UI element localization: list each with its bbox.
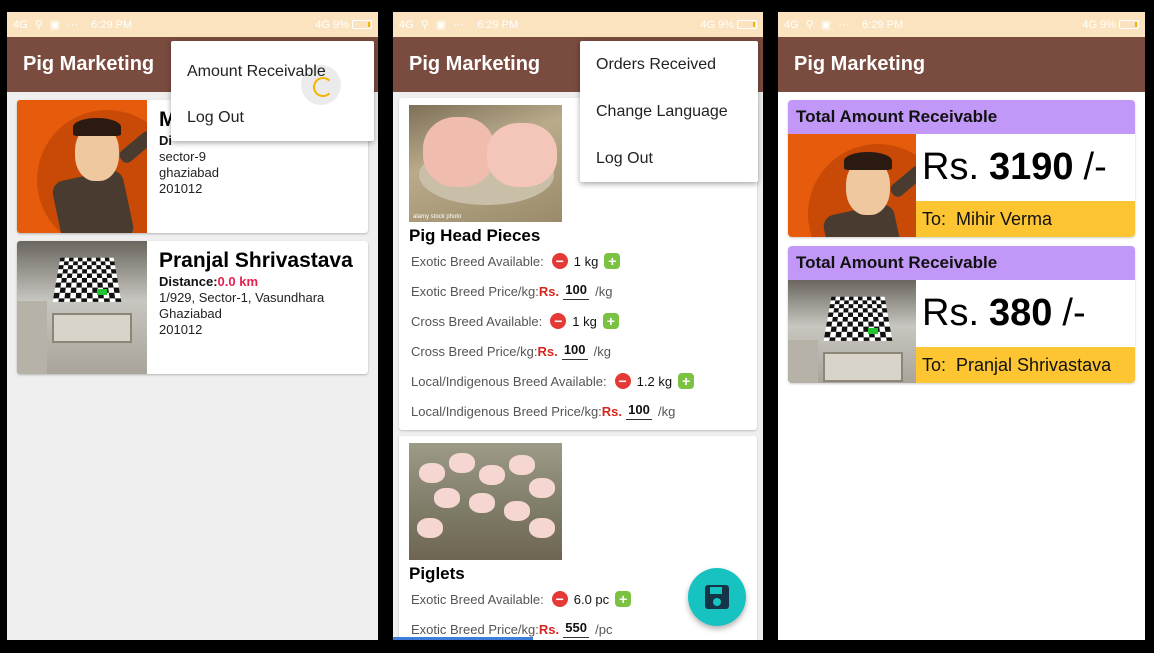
overflow-menu: Orders Received Change Language Log Out <box>580 41 758 182</box>
status-bar: 4G ⚲ ▣ ··· 6:29 PM 4G 9% <box>778 12 1145 37</box>
price-row: Exotic Breed Price/kg: Rs. 100 /kg <box>411 282 613 300</box>
amount-card-header: Total Amount Receivable <box>788 100 1135 134</box>
price-input[interactable]: 100 <box>563 282 590 300</box>
save-icon <box>705 585 729 609</box>
menu-item-change-language[interactable]: Change Language <box>580 88 758 135</box>
scroll-indicator <box>393 637 533 640</box>
decrease-button[interactable]: − <box>551 591 568 607</box>
battery-percent: 9% <box>1100 18 1116 31</box>
battery-percent: 9% <box>718 18 734 31</box>
app-title: Pig Marketing <box>409 53 541 75</box>
network-indicator: 4G <box>399 18 414 31</box>
amount-value: Rs. 3190/- <box>916 134 1135 201</box>
status-time: 6:29 PM <box>91 18 133 31</box>
status-bar: 4G ⚲ ▣ ··· 6:29 PM 4G 9% <box>393 12 763 37</box>
network-indicator-right: 4G <box>315 18 331 31</box>
farm-address-line: 201012 <box>159 322 203 337</box>
decrease-button[interactable]: − <box>614 373 631 389</box>
qty-row: Local/Indigenous Breed Available: − 1.2 … <box>409 366 747 396</box>
farm-address-line: ghaziabad <box>159 165 219 180</box>
farm-address-line: Ghaziabad <box>159 306 222 321</box>
menu-item-log-out[interactable]: Log Out <box>171 95 374 141</box>
increase-button[interactable]: + <box>602 313 619 329</box>
product-image <box>409 443 562 560</box>
price-input[interactable]: 550 <box>563 620 590 638</box>
increase-button[interactable]: + <box>615 591 632 607</box>
farm-address-line: 1/929, Sector-1, Vasundhara <box>159 290 325 305</box>
screen-product-list: 4G ⚲ ▣ ··· 6:29 PM 4G 9% Pig Marketing a… <box>393 12 763 640</box>
notification-icon: ▣ <box>820 19 832 31</box>
decrease-button[interactable]: − <box>551 253 568 269</box>
recipient-bar: To: Pranjal Shrivastava <box>916 347 1135 383</box>
more-notifications-icon: ··· <box>838 18 850 31</box>
more-notifications-icon: ··· <box>453 18 465 31</box>
usb-icon: ⚲ <box>805 19 814 31</box>
buyer-image <box>788 134 916 237</box>
overflow-menu: Amount Receivable Log Out <box>171 41 374 141</box>
notification-icon: ▣ <box>49 19 61 31</box>
network-indicator: 4G <box>784 18 799 31</box>
farm-image <box>17 100 147 233</box>
loading-spinner-icon <box>301 65 341 105</box>
amount-card[interactable]: Total Amount Receivable Rs. 3190/- To: Mih… <box>788 100 1135 237</box>
battery-icon <box>1119 20 1139 29</box>
image-watermark: alamy stock photo <box>413 214 462 220</box>
increase-button[interactable]: + <box>678 373 695 389</box>
farm-address-line: 201012 <box>159 181 203 196</box>
amount-value: Rs. 380/- <box>916 280 1135 347</box>
menu-item-amount-receivable[interactable]: Amount Receivable <box>171 49 374 105</box>
menu-item-log-out[interactable]: Log Out <box>580 135 758 182</box>
menu-item-orders-received[interactable]: Orders Received <box>580 41 758 88</box>
notification-icon: ▣ <box>435 19 447 31</box>
battery-percent: 9% <box>333 18 349 31</box>
network-indicator-right: 4G <box>700 18 716 31</box>
farm-list: M Di sector-9 ghaziabad 201012 Pranjal S… <box>7 92 378 640</box>
farm-image <box>17 241 147 374</box>
status-bar: 4G ⚲ ▣ ··· 6:29 PM 4G 9% <box>7 12 378 37</box>
amount-list: Total Amount Receivable Rs. 3190/- To: Mih… <box>778 92 1145 640</box>
buyer-image <box>788 280 916 383</box>
product-title: Pig Head Pieces <box>409 226 541 245</box>
network-indicator: 4G <box>13 18 28 31</box>
save-button[interactable] <box>688 568 746 626</box>
status-time: 6:29 PM <box>862 18 904 31</box>
battery-icon <box>352 20 372 29</box>
screen-amount-receivable: 4G ⚲ ▣ ··· 6:29 PM 4G 9% Pig Marketing T… <box>778 12 1145 640</box>
recipient-name: Pranjal Shrivastava <box>956 354 1112 375</box>
recipient-bar: To: Mihir Verma <box>916 201 1135 237</box>
farm-name: Pranjal Shrivastava <box>159 249 353 272</box>
price-row: Cross Breed Price/kg: Rs. 100 /kg <box>411 342 612 360</box>
increase-button[interactable]: + <box>604 253 621 269</box>
price-input[interactable]: 100 <box>561 342 588 360</box>
amount-card-header: Total Amount Receivable <box>788 246 1135 280</box>
amount-card[interactable]: Total Amount Receivable Rs. 380/- To: Pran… <box>788 246 1135 383</box>
qty-row: Exotic Breed Available: − 1 kg + <box>409 246 747 276</box>
usb-icon: ⚲ <box>420 19 429 31</box>
price-input[interactable]: 100 <box>626 402 653 420</box>
farm-address-line: sector-9 <box>159 149 206 164</box>
usb-icon: ⚲ <box>34 19 43 31</box>
app-bar: Pig Marketing <box>778 37 1145 92</box>
recipient-name: Mihir Verma <box>956 208 1053 229</box>
decrease-button[interactable]: − <box>550 313 567 329</box>
farm-distance: Distance:0.0 km <box>159 274 259 289</box>
product-image: alamy stock photo <box>409 105 562 222</box>
qty-row: Cross Breed Available: − 1 kg + <box>409 306 747 336</box>
price-row: Local/Indigenous Breed Price/kg: Rs. 100… <box>411 402 676 420</box>
battery-icon <box>737 20 757 29</box>
network-indicator-right: 4G <box>1082 18 1098 31</box>
more-notifications-icon: ··· <box>67 18 79 31</box>
app-title: Pig Marketing <box>794 53 926 75</box>
app-title: Pig Marketing <box>23 53 155 75</box>
screen-farm-list: 4G ⚲ ▣ ··· 6:29 PM 4G 9% Pig Marketing M… <box>7 12 378 640</box>
status-time: 6:29 PM <box>477 18 519 31</box>
farm-card[interactable]: Pranjal Shrivastava Distance:0.0 km 1/92… <box>17 241 368 374</box>
